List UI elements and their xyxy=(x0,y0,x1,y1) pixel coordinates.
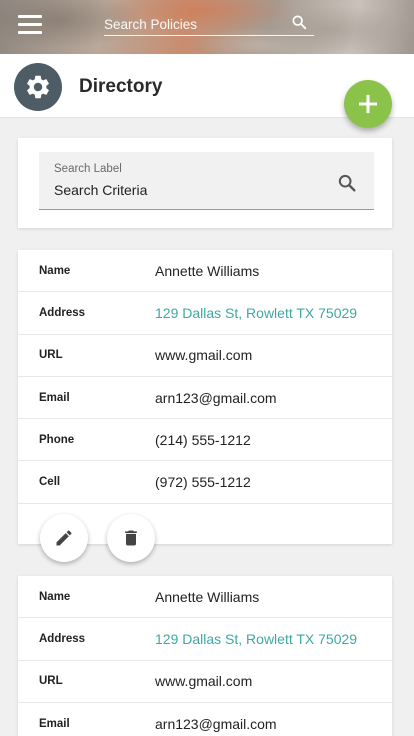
edit-icon xyxy=(56,530,72,546)
record-row-email: Email arn123@gmail.com xyxy=(18,703,392,736)
field-key: Address xyxy=(39,306,86,319)
field-label: Search Label xyxy=(54,163,122,175)
field-value: arn123@gmail.com xyxy=(155,389,277,406)
record-row-address: Address 129 Dallas St, Rowlett TX 75029 xyxy=(18,618,392,661)
record-row-url: URL www.gmail.com xyxy=(18,335,392,377)
field-key: Email xyxy=(39,717,70,730)
gear-icon xyxy=(14,63,62,111)
field-key: Name xyxy=(39,264,71,277)
field-key: Name xyxy=(39,590,71,603)
field-value: (214) 555-1212 xyxy=(155,431,251,448)
search-input[interactable] xyxy=(104,14,284,34)
search-bar xyxy=(104,10,314,36)
search-icon[interactable] xyxy=(336,172,358,194)
record-row-address: Address 129 Dallas St, Rowlett TX 75029 xyxy=(18,292,392,335)
field-value: arn123@gmail.com xyxy=(155,715,277,732)
field-value: Annette Williams xyxy=(155,588,260,605)
hamburger-menu-icon[interactable] xyxy=(18,15,42,35)
record-row-url: URL www.gmail.com xyxy=(18,661,392,703)
record-row-phone: Phone (214) 555-1212 xyxy=(18,419,392,462)
field-key: Email xyxy=(39,391,70,404)
search-icon[interactable] xyxy=(291,14,307,30)
field-value: www.gmail.com xyxy=(155,673,253,690)
page-title: Directory xyxy=(79,76,163,97)
record-row-email: Email arn123@gmail.com xyxy=(18,377,392,420)
record-row-name: Name Annette Williams xyxy=(18,576,392,619)
search-criteria-field[interactable]: Search Label Search Criteria xyxy=(39,152,374,210)
directory-record: Name Annette Williams Address 129 Dallas… xyxy=(18,576,392,736)
field-value: www.gmail.com xyxy=(155,347,253,364)
plus-icon xyxy=(359,95,377,113)
field-key: Cell xyxy=(39,476,61,489)
edit-button[interactable] xyxy=(40,513,88,562)
field-value: (972) 555-1212 xyxy=(155,474,251,491)
field-key: URL xyxy=(39,349,63,362)
field-key: Address xyxy=(39,632,86,645)
add-button[interactable] xyxy=(344,80,392,128)
search-card: Search Label Search Criteria xyxy=(18,138,392,228)
field-value: Annette Williams xyxy=(155,262,260,279)
record-actions xyxy=(18,504,392,562)
record-row-cell: Cell (972) 555-1212 xyxy=(18,461,392,504)
delete-button[interactable] xyxy=(107,513,155,562)
address-link[interactable]: 129 Dallas St, Rowlett TX 75029 xyxy=(155,305,357,321)
field-value[interactable]: Search Criteria xyxy=(54,182,147,198)
app-bar xyxy=(0,0,414,54)
record-row-name: Name Annette Williams xyxy=(18,250,392,293)
delete-icon xyxy=(125,530,137,546)
field-key: Phone xyxy=(39,433,75,446)
directory-record: Name Annette Williams Address 129 Dallas… xyxy=(18,250,392,562)
address-link[interactable]: 129 Dallas St, Rowlett TX 75029 xyxy=(155,631,357,647)
field-key: URL xyxy=(39,675,63,688)
